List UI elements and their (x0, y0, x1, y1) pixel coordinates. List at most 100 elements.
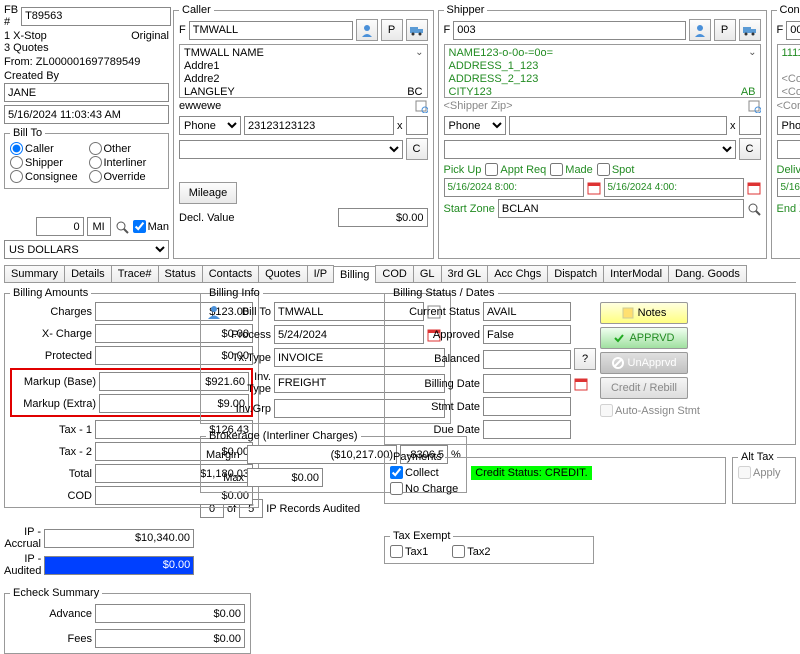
distance-input[interactable] (36, 217, 84, 236)
caller-phone-type[interactable]: Phone (179, 116, 241, 135)
tax2-check[interactable] (452, 545, 465, 558)
shipper-code-input[interactable] (453, 21, 685, 40)
man-checkbox[interactable] (133, 220, 146, 233)
mileage-button[interactable]: Mileage (179, 182, 237, 204)
currency-select[interactable]: US DOLLARS (4, 240, 169, 259)
tab-contacts[interactable]: Contacts (202, 265, 259, 282)
tab-dispatch[interactable]: Dispatch (547, 265, 604, 282)
distance-unit[interactable] (87, 217, 111, 236)
caller-legend: Caller (179, 4, 214, 16)
tab-dang-goods[interactable]: Dang. Goods (668, 265, 747, 282)
stmt-date-label: Stmt Date (390, 401, 480, 413)
current-status-input[interactable] (483, 302, 571, 321)
tab-details[interactable]: Details (64, 265, 112, 282)
advance-input[interactable] (95, 604, 245, 623)
tax1-check[interactable] (390, 545, 403, 558)
ip-audited-input[interactable] (44, 556, 194, 575)
caller-city: LANGLEY (184, 86, 235, 99)
ip-accrual-input[interactable] (44, 529, 194, 548)
tab-intermodal[interactable]: InterModal (603, 265, 669, 282)
tab-trace-[interactable]: Trace# (111, 265, 159, 282)
shipper-truck-button[interactable] (739, 19, 761, 41)
tab-acc-chgs[interactable]: Acc Chgs (487, 265, 548, 282)
shipper-phone-input[interactable] (509, 116, 728, 135)
balanced-help-button[interactable]: ? (574, 348, 596, 370)
caller-truck-button[interactable] (406, 19, 428, 41)
max-input[interactable] (247, 468, 323, 487)
radio-caller[interactable] (10, 142, 23, 155)
txtype-label: Tx.Type (229, 352, 271, 364)
caller-ext-input[interactable] (406, 116, 428, 135)
caller-code-input[interactable] (189, 21, 353, 40)
consignee-contact-select[interactable] (777, 140, 800, 159)
shipper-spot-check[interactable] (597, 163, 610, 176)
tab-cod[interactable]: COD (375, 265, 413, 282)
unapprvd-button[interactable]: UnApprvd (600, 352, 688, 374)
tab-gl[interactable]: GL (413, 265, 442, 282)
ba-label: Protected (10, 350, 92, 362)
shipper-date2[interactable] (604, 178, 744, 197)
start-zone-input[interactable] (498, 199, 744, 218)
cal-icon[interactable] (747, 181, 761, 195)
zone-zoom-icon[interactable] (747, 202, 761, 216)
distance-zoom-icon[interactable] (114, 219, 130, 235)
calendar-icon[interactable] (574, 377, 592, 391)
created-at-input[interactable] (4, 105, 169, 124)
shipper-apptreq-check[interactable] (485, 163, 498, 176)
shipper-props-icon[interactable] (747, 99, 761, 113)
due-date-input[interactable] (483, 420, 571, 439)
radio-other[interactable] (89, 142, 102, 155)
consignee-phone-type[interactable]: Phone (777, 116, 800, 135)
fb-number-input[interactable] (21, 7, 171, 26)
billing-date-input[interactable] (483, 374, 571, 393)
apprvd-button[interactable]: APPRVD (600, 327, 688, 349)
radio-override[interactable] (89, 170, 102, 183)
balanced-input[interactable] (483, 350, 571, 369)
shipper-date1[interactable] (444, 178, 584, 197)
billing-status-legend: Billing Status / Dates (390, 287, 498, 299)
credit-rebill-button[interactable]: Credit / Rebill (600, 377, 688, 399)
caller-expand-icon[interactable]: ⌄ (415, 47, 423, 58)
fees-input[interactable] (95, 629, 245, 648)
approved-input[interactable] (483, 325, 571, 344)
notes-button[interactable]: Notes (600, 302, 688, 324)
margin-input[interactable] (247, 445, 397, 464)
tab-quotes[interactable]: Quotes (258, 265, 307, 282)
caller-p-button[interactable]: P (381, 19, 403, 41)
fb-label: FB # (4, 4, 18, 28)
shipper-contact-select[interactable] (444, 140, 736, 159)
shipper-ext-input[interactable] (739, 116, 761, 135)
tab-i-p[interactable]: I/P (307, 265, 334, 282)
caller-c-button[interactable]: C (406, 138, 428, 160)
radio-shipper[interactable] (10, 156, 23, 169)
radio-interliner[interactable] (89, 156, 102, 169)
created-by-input[interactable] (4, 83, 169, 102)
radio-consignee[interactable] (10, 170, 23, 183)
xstop-text: 1 X-Stop (4, 30, 47, 42)
caller-contact-select[interactable] (179, 140, 403, 159)
caller-props-icon[interactable] (414, 99, 428, 113)
collect-check[interactable] (390, 466, 403, 479)
tab-summary[interactable]: Summary (4, 265, 65, 282)
decl-value-input[interactable] (338, 208, 428, 227)
nocharge-check[interactable] (390, 482, 403, 495)
caller-phone-input[interactable] (244, 116, 394, 135)
shipper-phone-type[interactable]: Phone (444, 116, 506, 135)
tab-billing[interactable]: Billing (333, 266, 376, 283)
stmt-date-input[interactable] (483, 397, 571, 416)
caller-person-button[interactable] (356, 19, 378, 41)
tab-status[interactable]: Status (158, 265, 203, 282)
shipper-prefix: F (444, 24, 451, 36)
ba-label: Markup (Base) (14, 376, 96, 388)
shipper-p-button[interactable]: P (714, 19, 736, 41)
caller-addr2: Addre2 (184, 73, 423, 86)
tab-3rd-gl[interactable]: 3rd GL (441, 265, 489, 282)
shipper-c-button[interactable]: C (739, 138, 761, 160)
consignee-code-input[interactable] (786, 21, 800, 40)
shipper-person-button[interactable] (689, 19, 711, 41)
shipper-made-check[interactable] (550, 163, 563, 176)
consignee-date1[interactable] (777, 178, 800, 197)
caller-extra: ewwewe (179, 100, 221, 112)
shipper-expand-icon[interactable]: ⌄ (748, 47, 756, 58)
cal-icon[interactable] (587, 181, 601, 195)
